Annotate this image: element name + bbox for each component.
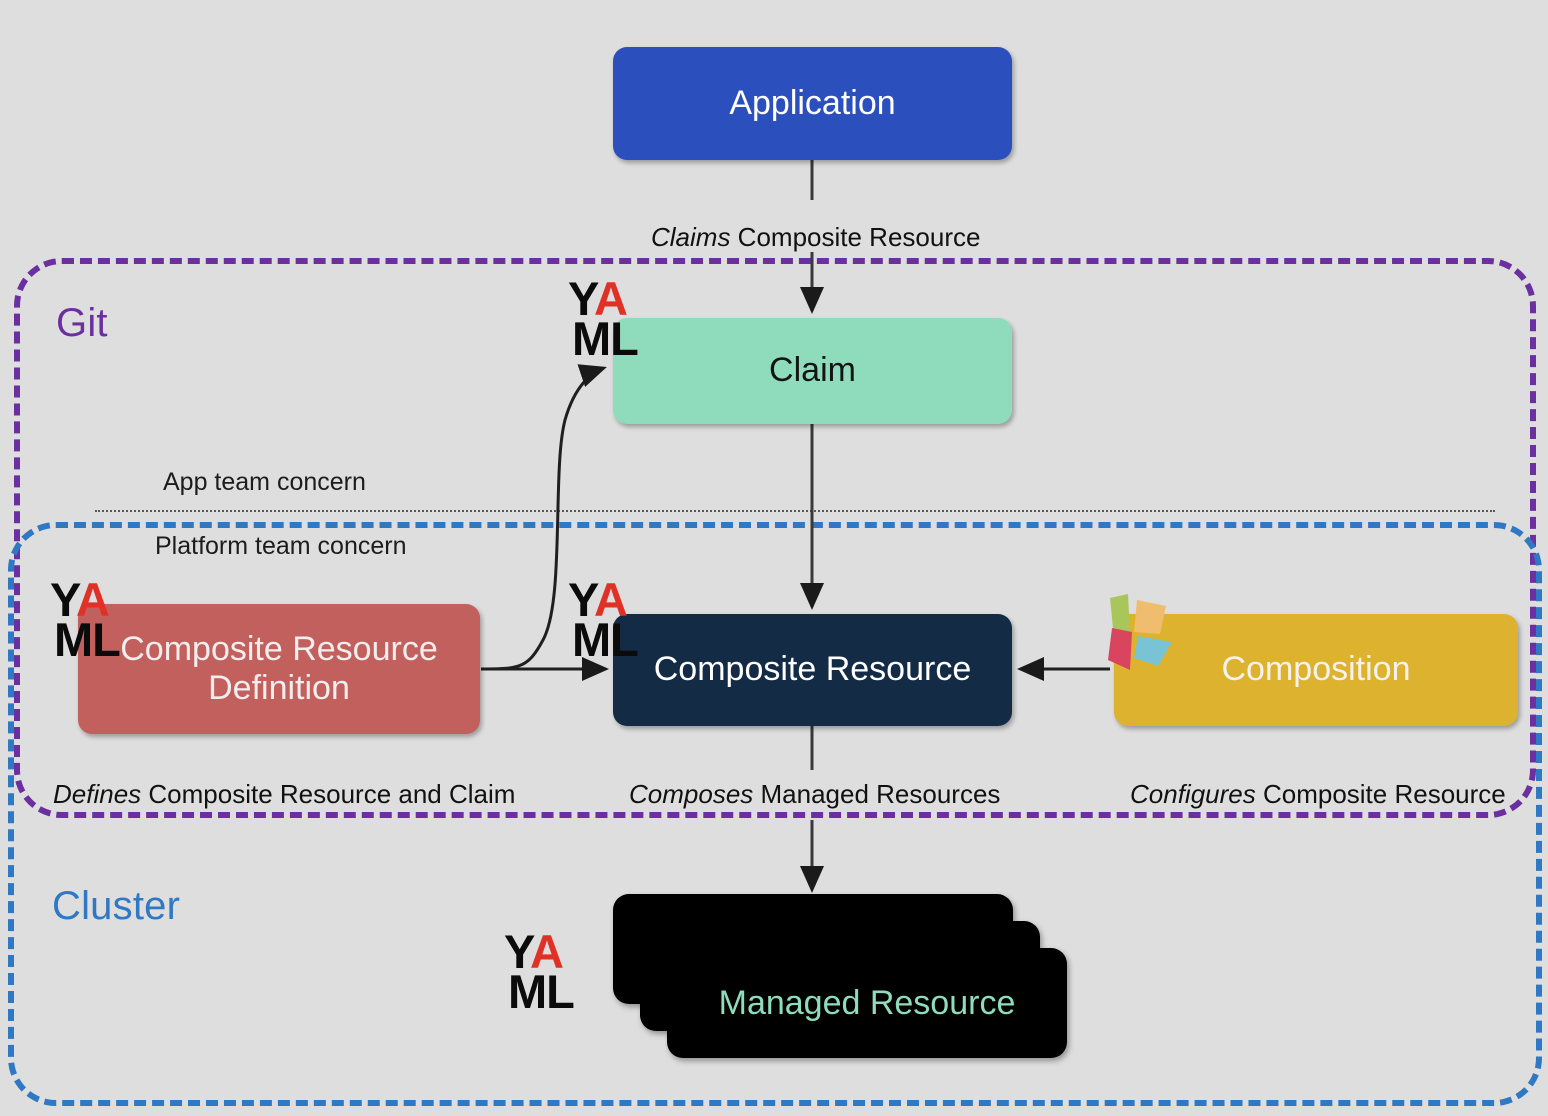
node-crd-label-line1: Composite Resource [120,629,438,668]
yaml-icon-bottom-row: ML [508,965,575,1019]
edge-label-claims-rest: Composite Resource [730,222,981,252]
node-crd-label: Composite Resource Definition [120,630,437,709]
yaml-icon: YA ML [502,928,594,1019]
edge-label-claims: Claims Composite Resource [651,224,980,250]
node-claim-label: Claim [769,351,856,390]
managed-resource-card-front[interactable]: Managed Resource [667,948,1067,1058]
pinwheel-leaf-orange [1134,600,1166,634]
pinwheel-leaf-red [1108,628,1132,670]
yaml-icon: YA ML [48,576,140,667]
yaml-icon-bottom-row: ML [54,613,121,667]
edge-label-configures-rest: Composite Resource [1255,779,1506,809]
node-composite-resource-label: Composite Resource [653,650,972,689]
yaml-icon: YA ML [566,576,658,667]
node-composition-label: Composition [1221,650,1411,689]
node-managed-resource-label: Managed Resource [718,983,1016,1022]
edge-label-configures-emphasis: Configures [1130,779,1256,809]
diagram-canvas: Git Cluster App team concern Platform te… [0,0,1548,1116]
edge-label-claims-emphasis: Claims [651,222,731,252]
edge-label-defines-rest: Composite Resource and Claim [141,779,516,809]
pinwheel-leaf-blue [1134,636,1172,666]
app-team-concern-label: App team concern [163,468,366,496]
platform-team-concern-label: Platform team concern [155,532,407,560]
yaml-icon: YA ML [566,275,658,366]
node-crd-label-line2: Definition [208,669,350,707]
yaml-icon-bottom-row: ML [572,613,639,667]
frame-label-cluster: Cluster [52,884,181,928]
node-composite-resource[interactable]: Composite Resource [613,614,1012,726]
edge-label-configures: Configures Composite Resource [1130,781,1506,807]
edge-label-defines: Defines Composite Resource and Claim [53,781,515,807]
node-application[interactable]: Application [613,47,1012,160]
composition-pinwheel-icon [1108,594,1172,670]
node-application-label: Application [729,83,896,122]
concern-divider [95,510,1495,512]
frame-label-git: Git [56,301,108,345]
edge-label-composes-emphasis: Composes [629,779,754,809]
edge-label-defines-emphasis: Defines [53,779,142,809]
edge-label-composes: Composes Managed Resources [629,781,1000,807]
node-claim[interactable]: Claim [613,318,1012,424]
edge-label-composes-rest: Managed Resources [753,779,1001,809]
yaml-icon-bottom-row: ML [572,312,639,366]
